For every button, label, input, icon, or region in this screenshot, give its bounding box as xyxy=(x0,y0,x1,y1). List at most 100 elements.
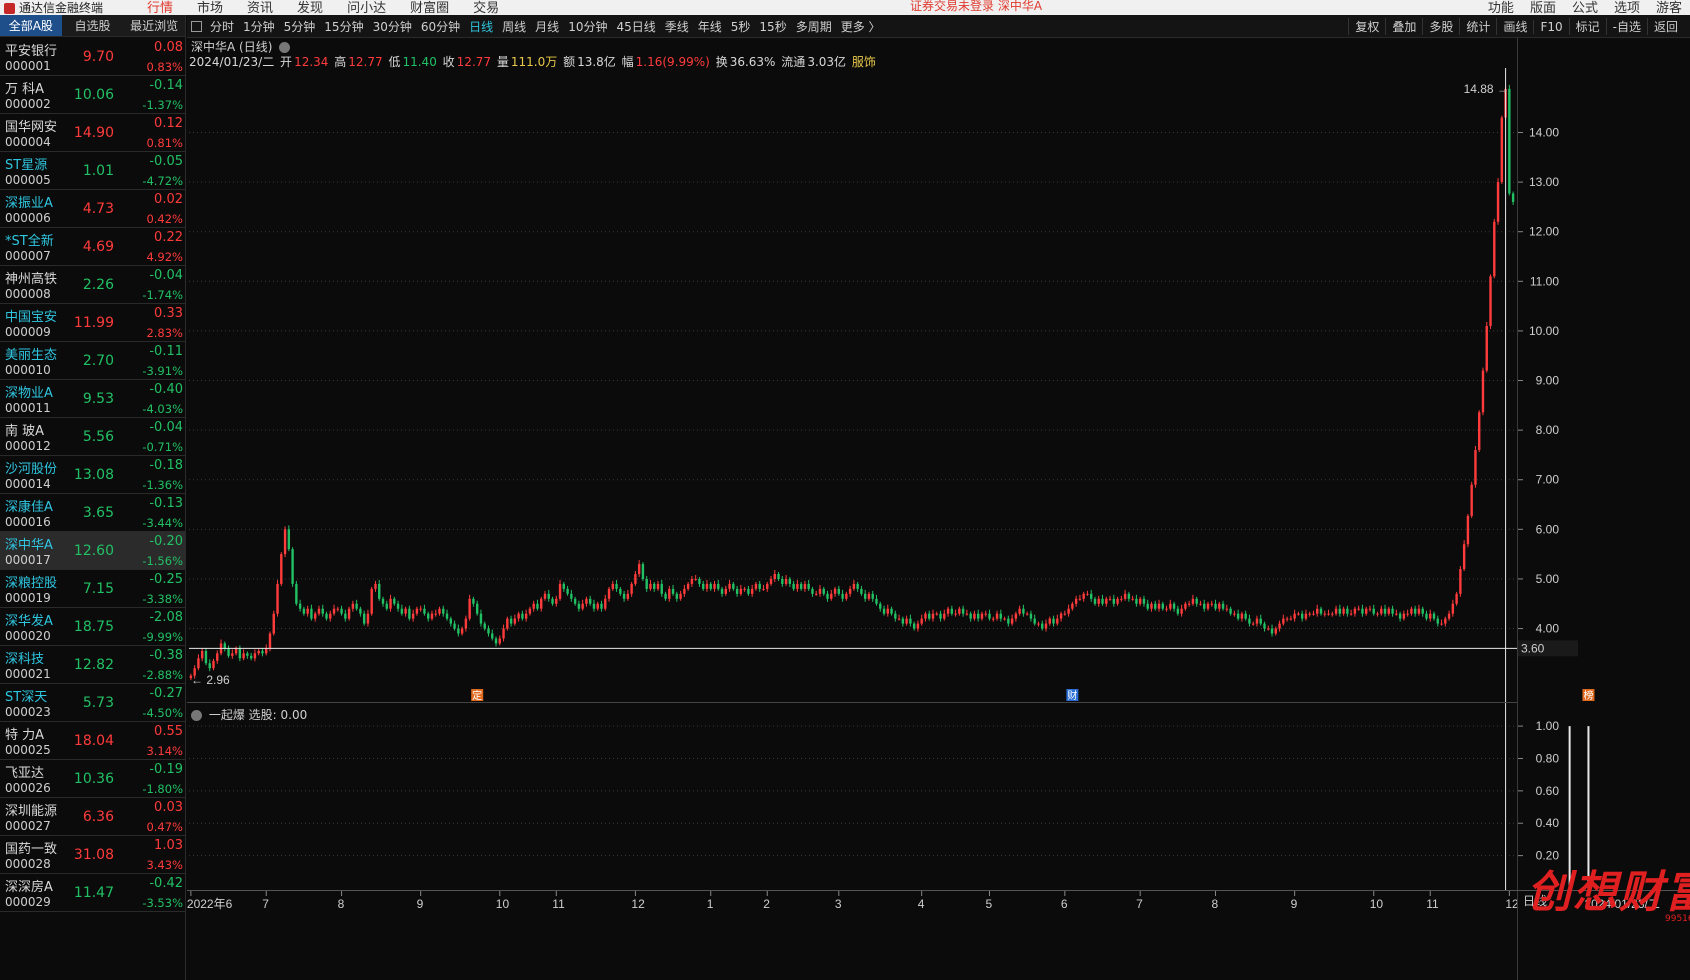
panel-toggle-icon[interactable] xyxy=(191,21,202,32)
period-button[interactable]: 5秒 xyxy=(731,18,751,35)
candle-body xyxy=(204,650,208,664)
chart-tool-button[interactable]: F10 xyxy=(1533,19,1568,34)
period-button[interactable]: 60分钟 xyxy=(421,18,460,35)
stock-row[interactable]: 沙河股份 000014 13.08 -0.18 -1.36% xyxy=(0,456,186,494)
period-button[interactable]: 10分钟 xyxy=(568,18,607,35)
stock-row[interactable]: 南 玻A 000012 5.56 -0.04 -0.71% xyxy=(0,418,186,456)
period-button[interactable]: 日线 xyxy=(469,18,493,35)
list-tab[interactable]: 全部A股 xyxy=(0,15,62,36)
stock-row[interactable]: 万 科A 000002 10.06 -0.14 -1.37% xyxy=(0,76,186,114)
kline-chart-panel[interactable]: 4.00 5.00 6.00 7.00 8.00 9.00 10.00 11.00 12.00 1… xyxy=(187,38,1690,980)
period-button[interactable]: 周线 xyxy=(502,18,526,35)
stock-row[interactable]: 深科技 000021 12.82 -0.38 -2.88% xyxy=(0,646,186,684)
stock-row[interactable]: 神州高铁 000008 2.26 -0.04 -1.74% xyxy=(0,266,186,304)
chart-tool-button[interactable]: 标记 xyxy=(1568,18,1606,35)
stock-row[interactable]: 深中华A 000017 12.60 -0.20 -1.56% xyxy=(0,532,186,570)
period-button[interactable]: 分时 xyxy=(210,18,234,35)
stock-row[interactable]: *ST全新 000007 4.69 0.22 4.92% xyxy=(0,228,186,266)
stock-row[interactable]: 国药一致 000028 31.08 1.03 3.43% xyxy=(0,836,186,874)
candle-body xyxy=(920,618,923,624)
stock-row[interactable]: 国华网安 000004 14.90 0.12 0.81% xyxy=(0,114,186,152)
stock-row[interactable]: 深深房A 000029 11.47 -0.42 -3.53% xyxy=(0,874,186,912)
menu-item[interactable]: 问小达 xyxy=(335,0,398,15)
chart-tool-button[interactable]: -自选 xyxy=(1605,18,1647,35)
candle-body xyxy=(1334,608,1338,614)
stock-row[interactable]: 深华发A 000020 18.75 -2.08 -9.99% xyxy=(0,608,186,646)
list-tab[interactable]: 自选股 xyxy=(62,15,124,36)
period-button[interactable]: 15分钟 xyxy=(324,18,363,35)
stock-row[interactable]: 深振业A 000006 4.73 0.02 0.42% xyxy=(0,190,186,228)
candle-body xyxy=(1316,608,1319,614)
chart-tool-button[interactable]: 复权 xyxy=(1348,18,1385,35)
menu-item[interactable]: 市场 xyxy=(185,0,235,15)
candle-body xyxy=(280,554,283,584)
chart-tool-button[interactable]: 统计 xyxy=(1459,18,1496,35)
stock-row[interactable]: ST星源 000005 1.01 -0.05 -4.72% xyxy=(0,152,186,190)
stock-name: 国药一致 xyxy=(5,842,58,857)
chart-tool-button[interactable]: 返回 xyxy=(1646,18,1684,35)
stock-row[interactable]: 美丽生态 000010 2.70 -0.11 -3.91% xyxy=(0,342,186,380)
period-button[interactable]: 月线 xyxy=(535,18,559,35)
candle-body xyxy=(946,608,950,614)
period-button[interactable]: 1分钟 xyxy=(243,18,275,35)
candle-body xyxy=(566,588,569,594)
candle-body xyxy=(310,608,313,619)
stock-row[interactable]: ST深天 000023 5.73 -0.27 -4.50% xyxy=(0,684,186,722)
candle-body xyxy=(483,623,486,629)
candle-body xyxy=(1165,608,1168,610)
quote-sector[interactable]: 服饰 xyxy=(852,55,876,69)
period-button[interactable]: 5分钟 xyxy=(284,18,316,35)
chart-tool-button[interactable]: 多股 xyxy=(1422,18,1459,35)
menu-item[interactable]: 财富圈 xyxy=(398,0,461,15)
menu-item[interactable]: 行情 xyxy=(135,0,185,15)
stock-name: 神州高铁 xyxy=(5,272,58,287)
period-button[interactable]: 年线 xyxy=(698,18,722,35)
stock-row[interactable]: 中国宝安 000009 11.99 0.33 2.83% xyxy=(0,304,186,342)
period-button[interactable]: 15秒 xyxy=(759,18,786,35)
candle-body xyxy=(818,588,822,594)
top-right-menu-item[interactable]: 功能 xyxy=(1480,0,1522,15)
candle-body xyxy=(1323,613,1326,615)
dropdown-icon[interactable] xyxy=(279,42,291,53)
candle-body xyxy=(660,583,663,594)
candle-body xyxy=(400,608,404,614)
chart-tool-button[interactable]: 叠加 xyxy=(1385,18,1422,35)
kline-chart[interactable]: 4.005.006.007.008.009.0010.0011.0012.001… xyxy=(187,38,1690,980)
stock-row[interactable]: 深粮控股 000019 7.15 -0.25 -3.38% xyxy=(0,570,186,608)
chart-tool-button[interactable]: 画线 xyxy=(1496,18,1533,35)
period-button[interactable]: 30分钟 xyxy=(373,18,412,35)
indicator-close-icon[interactable] xyxy=(191,710,202,721)
candle-body xyxy=(995,613,999,619)
top-right-menu-item[interactable]: 游客 xyxy=(1648,0,1690,15)
period-button[interactable]: 更多 〉 xyxy=(841,18,881,35)
period-button[interactable]: 季线 xyxy=(665,18,689,35)
stock-row[interactable]: 平安银行 000001 9.70 0.08 0.83% xyxy=(0,38,186,76)
indicator-name[interactable]: 一起爆 xyxy=(209,708,245,722)
candle-body xyxy=(351,603,355,609)
stock-row[interactable]: 深圳能源 000027 6.36 0.03 0.47% xyxy=(0,798,186,836)
period-button[interactable]: 多周期 xyxy=(796,18,832,35)
menu-item[interactable]: 资讯 xyxy=(235,0,285,15)
stock-row[interactable]: 深物业A 000011 9.53 -0.40 -4.03% xyxy=(0,380,186,418)
x-tick-label: 12 xyxy=(631,897,645,911)
list-tab[interactable]: 最近浏览 xyxy=(123,15,185,36)
menu-item[interactable]: 交易 xyxy=(461,0,511,15)
candle-body xyxy=(1041,623,1044,629)
candle-body xyxy=(1210,603,1213,605)
candle-body xyxy=(973,613,976,619)
stock-change-pct: 0.42% xyxy=(146,212,183,226)
candle-body xyxy=(905,618,908,624)
stock-row[interactable]: 特 力A 000025 18.04 0.55 3.14% xyxy=(0,722,186,760)
x-tick-label: 10 xyxy=(1370,897,1384,911)
top-right-menu-item[interactable]: 版面 xyxy=(1522,0,1564,15)
watermark-text: 创想财富 xyxy=(1527,867,1690,918)
menu-item[interactable]: 发现 xyxy=(285,0,335,15)
stock-change-pct: -4.50% xyxy=(142,706,183,720)
stock-row[interactable]: 深康佳A 000016 3.65 -0.13 -3.44% xyxy=(0,494,186,532)
stock-row[interactable]: 飞亚达 000026 10.36 -0.19 -1.80% xyxy=(0,760,186,798)
candle-body xyxy=(1485,325,1488,371)
period-button[interactable]: 45日线 xyxy=(616,18,655,35)
top-right-menu-item[interactable]: 选项 xyxy=(1606,0,1648,15)
top-right-menu-item[interactable]: 公式 xyxy=(1564,0,1606,15)
x-tick-label: 11 xyxy=(552,897,565,911)
